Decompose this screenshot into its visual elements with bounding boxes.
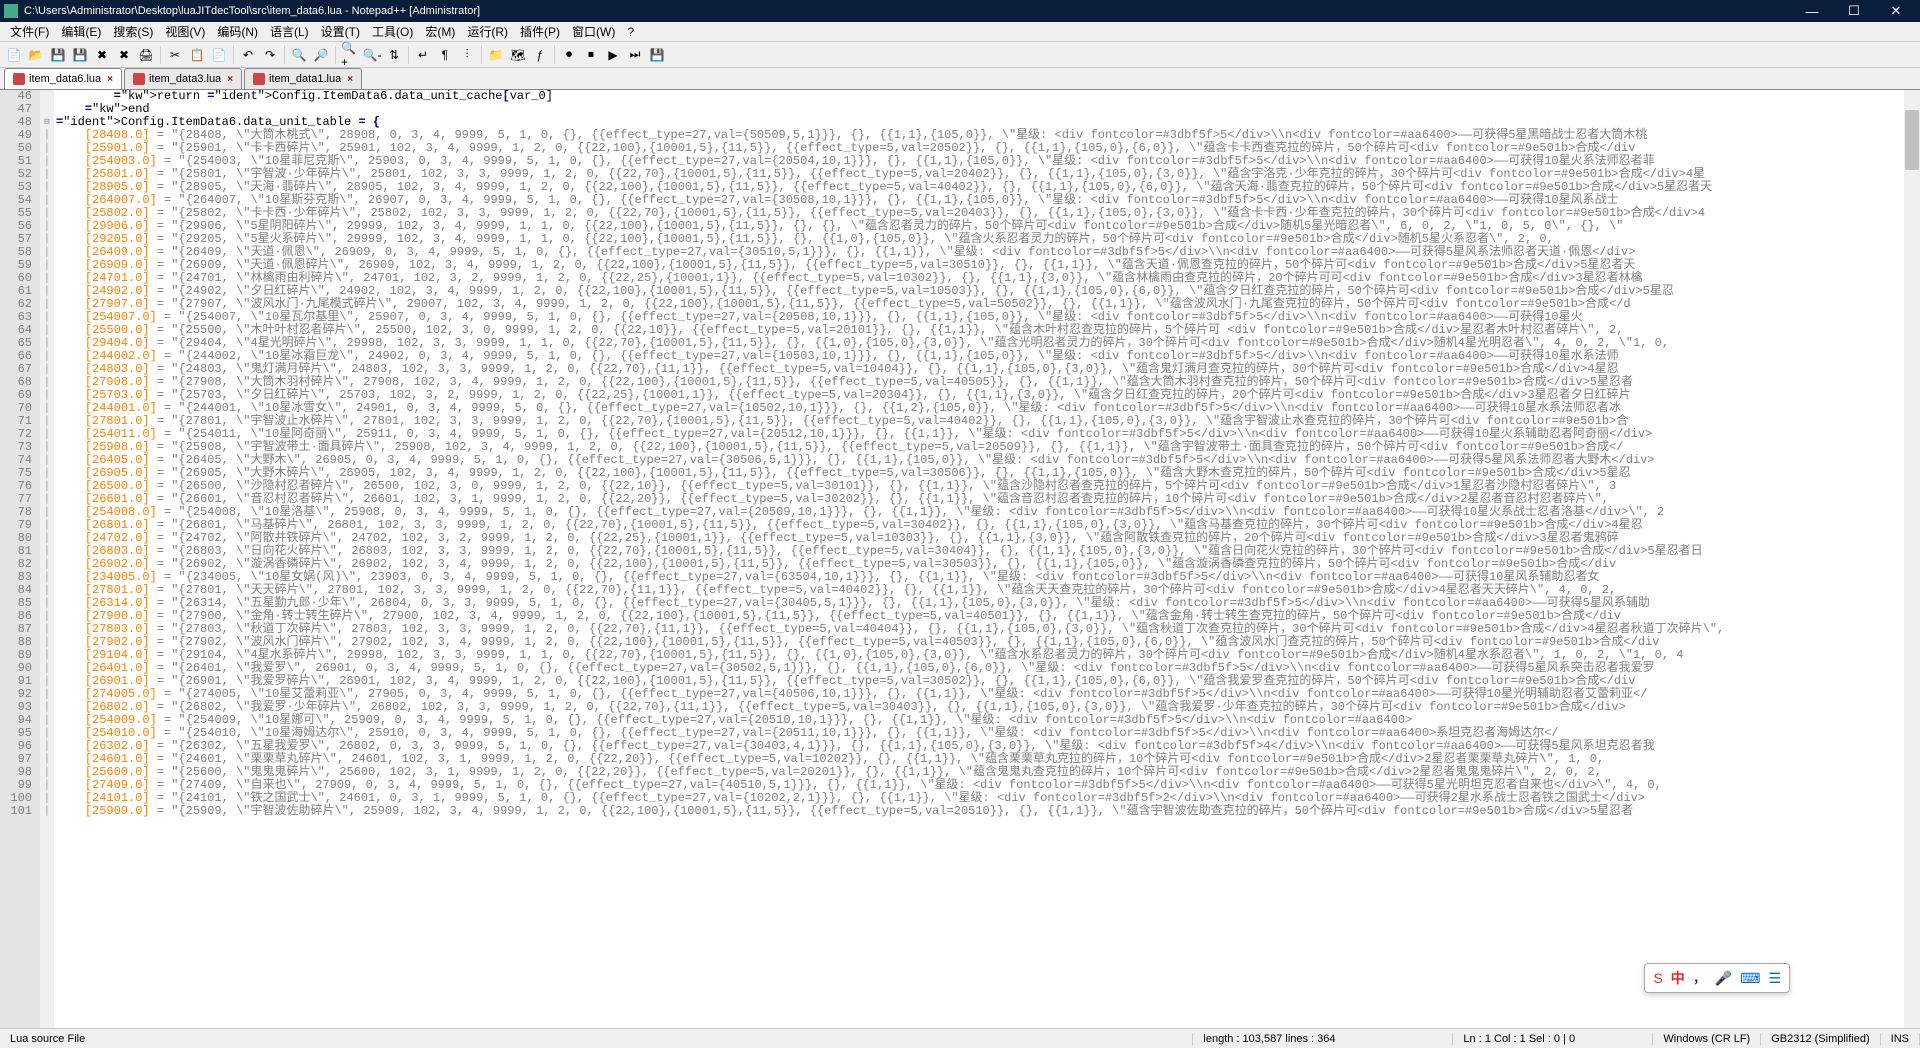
doc-map-button[interactable]: 🗺	[508, 45, 528, 65]
status-insert-mode: INS	[1881, 1033, 1920, 1045]
tab-close-icon[interactable]: ×	[347, 74, 353, 85]
tab-label: item_data1.lua	[269, 73, 341, 85]
toolbar: 📄 📂 💾 💾 ✖ ✖ 🖨 ✂ 📋 📄 ↶ ↷ 🔍 🔎 🔍+ 🔍- ⇅ ↵ ¶ …	[0, 42, 1920, 68]
menu-item[interactable]: 插件(P)	[514, 21, 566, 42]
menu-item[interactable]: 语言(L)	[264, 21, 315, 42]
tab-close-icon[interactable]: ×	[227, 74, 233, 85]
status-length: length : 103,587 lines : 364	[1193, 1033, 1453, 1045]
tab-dirty-icon	[13, 73, 25, 85]
menu-item[interactable]: 编码(N)	[211, 21, 264, 42]
status-filetype: Lua source File	[0, 1033, 1193, 1045]
copy-button[interactable]: 📋	[187, 45, 207, 65]
menubar: 文件(F)编辑(E)搜索(S)视图(V)编码(N)语言(L)设置(T)工具(O)…	[0, 22, 1920, 42]
scrollbar-thumb[interactable]	[1905, 110, 1919, 170]
new-file-button[interactable]: 📄	[4, 45, 24, 65]
code-line[interactable]: ="kw">return ="ident">Config.ItemData6.d…	[56, 90, 1920, 103]
ime-voice-icon[interactable]: 🎤	[1715, 970, 1732, 987]
find-button[interactable]: 🔍	[289, 45, 309, 65]
window-title: C:\Users\Administrator\Desktop\luaJITdec…	[24, 5, 1792, 17]
save-all-button[interactable]: 💾	[70, 45, 90, 65]
show-symbols-button[interactable]: ¶	[435, 45, 455, 65]
tab-label: item_data6.lua	[29, 73, 101, 85]
tab-close-icon[interactable]: ×	[107, 74, 113, 85]
status-position: Ln : 1 Col : 1 Sel : 0 | 0	[1453, 1033, 1653, 1045]
menu-item[interactable]: 运行(R)	[461, 21, 514, 42]
indent-guide-button[interactable]: ⫶	[457, 45, 477, 65]
ime-lang-toggle[interactable]: 中	[1671, 968, 1685, 988]
stop-macro-button[interactable]: ⏹	[581, 45, 601, 65]
paste-button[interactable]: 📄	[209, 45, 229, 65]
app-icon	[4, 4, 18, 18]
save-macro-button[interactable]: 💾	[647, 45, 667, 65]
line-number-gutter: 4647484950515253545556575859606162636465…	[0, 90, 40, 1028]
play-macro-button[interactable]: ▶	[603, 45, 623, 65]
ime-logo-icon: S	[1653, 970, 1662, 986]
zoom-in-button[interactable]: 🔍+	[340, 45, 360, 65]
file-tab[interactable]: item_data3.lua ×	[124, 68, 242, 89]
print-button[interactable]: 🖨	[136, 45, 156, 65]
menu-item[interactable]: 文件(F)	[4, 21, 55, 42]
file-tab[interactable]: item_data6.lua ×	[4, 68, 122, 89]
ime-punct-icon[interactable]: ，	[1693, 968, 1707, 988]
menu-item[interactable]: 视图(V)	[159, 21, 211, 42]
minimize-button[interactable]: —	[1792, 0, 1832, 22]
tab-dirty-icon	[133, 73, 145, 85]
fold-column[interactable]: ⊟│││││││││││││││││││││││││││││││││││││││…	[40, 90, 54, 1028]
statusbar: Lua source File length : 103,587 lines :…	[0, 1028, 1920, 1048]
close-file-button[interactable]: ✖	[92, 45, 112, 65]
menu-item[interactable]: 编辑(E)	[55, 21, 107, 42]
menu-item[interactable]: 窗口(W)	[566, 21, 621, 42]
tab-label: item_data3.lua	[149, 73, 221, 85]
tabbar: item_data6.lua×item_data3.lua×item_data1…	[0, 68, 1920, 90]
open-file-button[interactable]: 📂	[26, 45, 46, 65]
func-list-button[interactable]: ƒ	[530, 45, 550, 65]
wrap-button[interactable]: ↵	[413, 45, 433, 65]
undo-button[interactable]: ↶	[238, 45, 258, 65]
record-macro-button[interactable]: ⏺	[559, 45, 579, 65]
status-encoding: GB2312 (Simplified)	[1761, 1033, 1880, 1045]
tab-dirty-icon	[253, 73, 265, 85]
sync-scroll-button[interactable]: ⇅	[384, 45, 404, 65]
menu-item[interactable]: ?	[621, 23, 640, 41]
redo-button[interactable]: ↷	[260, 45, 280, 65]
save-button[interactable]: 💾	[48, 45, 68, 65]
code-area[interactable]: ="kw">return ="ident">Config.ItemData6.d…	[54, 90, 1920, 1028]
cut-button[interactable]: ✂	[165, 45, 185, 65]
status-eol: Windows (CR LF)	[1653, 1033, 1761, 1045]
zoom-out-button[interactable]: 🔍-	[362, 45, 382, 65]
ime-menu-icon[interactable]: ☰	[1768, 970, 1781, 987]
run-macro-button[interactable]: ⏭	[625, 45, 645, 65]
replace-button[interactable]: 🔎	[311, 45, 331, 65]
close-button[interactable]: ✕	[1876, 0, 1916, 22]
vertical-scrollbar[interactable]	[1904, 90, 1920, 1028]
folder-button[interactable]: 📁	[486, 45, 506, 65]
maximize-button[interactable]: ☐	[1834, 0, 1874, 22]
close-all-button[interactable]: ✖	[114, 45, 134, 65]
menu-item[interactable]: 宏(M)	[419, 21, 461, 42]
menu-item[interactable]: 设置(T)	[315, 21, 366, 42]
ime-keyboard-icon[interactable]: ⌨	[1740, 970, 1760, 987]
menu-item[interactable]: 工具(O)	[366, 21, 419, 42]
file-tab[interactable]: item_data1.lua ×	[244, 68, 362, 89]
menu-item[interactable]: 搜索(S)	[107, 21, 159, 42]
code-line[interactable]: [25909.0] = "{25909, \"宇智波佐助碎片\", 25909,…	[56, 805, 1920, 818]
ime-float-panel[interactable]: S 中 ， 🎤 ⌨ ☰	[1644, 963, 1790, 993]
